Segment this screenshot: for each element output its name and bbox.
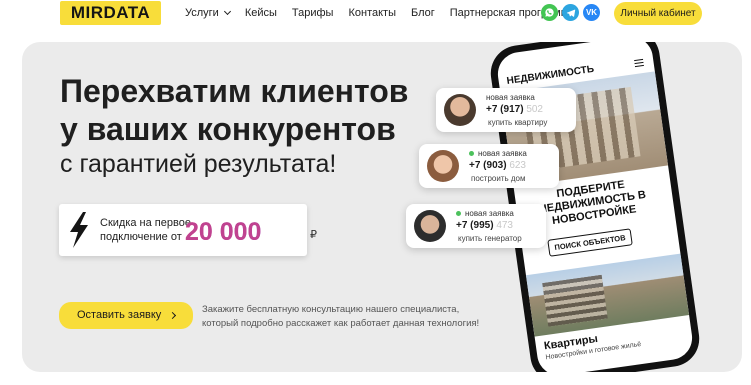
lead-tag: новая заявка	[456, 209, 514, 218]
site-header: MIRDATA Услуги Кейсы Тарифы Контакты Бло…	[0, 0, 751, 30]
nav-item-label: Контакты	[348, 7, 396, 19]
nav-item-tariffs[interactable]: Тарифы	[292, 7, 334, 19]
lead-card: новая заявка +7 (903) 623 построить дом	[419, 144, 559, 188]
lead-phone-visible: +7 (903)	[469, 160, 507, 171]
nav-item-label: Тарифы	[291, 7, 334, 19]
lead-phone: +7 (917) 502	[486, 104, 543, 115]
lead-phone-visible: +7 (995)	[456, 220, 494, 231]
whatsapp-icon[interactable]	[541, 4, 558, 21]
cta-description-line: который подробно расскажет как работает …	[202, 318, 480, 329]
lead-card: новая заявка +7 (995) 473 купить генерат…	[406, 204, 546, 248]
nav-item-label: Кейсы	[244, 7, 277, 19]
search-objects-button: ПОИСК ОБЪЕКТОВ	[547, 228, 633, 257]
lead-phone: +7 (903) 623	[469, 160, 526, 171]
discount-amount: 20 000	[185, 218, 262, 246]
avatar	[444, 94, 476, 126]
cta-description-line: Закажите бесплатную консультацию нашего …	[202, 304, 460, 315]
nav-item-blog[interactable]: Блог	[411, 7, 435, 19]
submit-request-label: Оставить заявку	[77, 309, 162, 321]
status-dot-icon	[456, 211, 461, 217]
lead-phone-visible: +7 (917)	[486, 104, 524, 115]
avatar	[427, 150, 459, 182]
social-links: VK	[541, 4, 600, 21]
apartments-image	[525, 253, 690, 337]
hero-section: Перехватим клиентов у ваших конкурентов …	[22, 42, 742, 372]
lead-card: новая заявка +7 (917) 502 купить квартир…	[436, 88, 576, 132]
chevron-down-icon	[223, 7, 231, 16]
hero-title-line: Перехватим клиентов	[60, 73, 409, 109]
cta-description: Закажите бесплатную консультацию нашего …	[202, 303, 492, 331]
personal-account-button[interactable]: Личный кабинет	[614, 2, 702, 25]
lead-note: купить квартиру	[488, 118, 548, 127]
menu-icon	[634, 58, 644, 68]
discount-card: Скидка на первое подключение от 20 000 ₽	[59, 204, 317, 256]
lead-tag: новая заявка	[486, 93, 535, 102]
lead-tag-label: новая заявка	[478, 149, 527, 158]
telegram-icon[interactable]	[562, 4, 579, 21]
currency-symbol: ₽	[310, 229, 317, 241]
lead-tag-label: новая заявка	[486, 93, 535, 102]
status-dot-icon	[469, 151, 474, 157]
lead-phone-faded: 502	[526, 104, 543, 115]
hero-title-line: у ваших конкурентов	[60, 111, 396, 147]
lead-note: построить дом	[471, 174, 526, 183]
nav-item-services[interactable]: Услуги	[185, 7, 231, 19]
nav-item-contacts[interactable]: Контакты	[348, 7, 396, 19]
lead-phone-faded: 623	[509, 160, 526, 171]
hero-subtitle: с гарантией результата!	[60, 150, 337, 178]
lead-phone-faded: 473	[496, 220, 513, 231]
vk-icon[interactable]: VK	[583, 4, 600, 21]
lead-tag-label: новая заявка	[465, 209, 514, 218]
chevron-right-icon	[168, 311, 177, 320]
nav-item-cases[interactable]: Кейсы	[245, 7, 277, 19]
submit-request-button[interactable]: Оставить заявку	[59, 302, 193, 329]
main-nav: Услуги Кейсы Тарифы Контакты Блог Партне…	[185, 7, 589, 19]
nav-item-label: Блог	[410, 7, 435, 19]
avatar	[414, 210, 446, 242]
lead-tag: новая заявка	[469, 149, 527, 158]
hero-title: Перехватим клиентов у ваших конкурентов	[60, 72, 408, 148]
lead-phone: +7 (995) 473	[456, 220, 513, 231]
nav-item-label: Услуги	[185, 7, 219, 19]
lead-note: купить генератор	[458, 234, 522, 243]
lightning-icon	[70, 212, 88, 248]
logo[interactable]: MIRDATA	[60, 1, 161, 25]
